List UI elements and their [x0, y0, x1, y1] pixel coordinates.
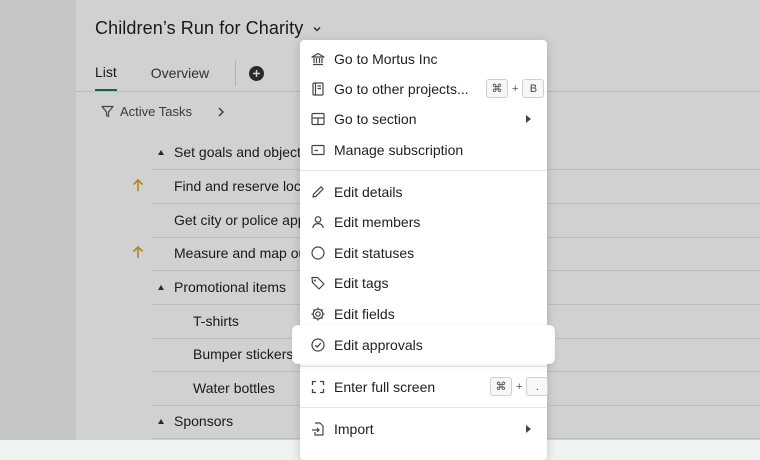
tab-list[interactable]: List: [95, 64, 117, 91]
project-title-text: Children’s Run for Charity: [95, 18, 304, 38]
collapse-caret-icon[interactable]: [158, 149, 164, 155]
shortcut-key: ⌘: [486, 79, 508, 98]
shortcut-key: .: [526, 377, 549, 396]
menu-item-label: Edit approvals: [334, 337, 423, 353]
menu-item-edit-approvals[interactable]: Edit approvals: [293, 326, 554, 363]
add-tab-icon[interactable]: [249, 66, 264, 81]
check-circle-icon: [310, 337, 326, 353]
submenu-arrow-icon: [526, 115, 531, 123]
menu-item-label: Import: [334, 421, 374, 437]
layout-icon: [310, 111, 326, 127]
menu-item-label: Edit tags: [334, 275, 389, 291]
menu-item-label: Go to other projects...: [334, 81, 469, 97]
menu-item-go-to-mortus[interactable]: Go to Mortus Inc: [300, 44, 547, 74]
menu-separator: [300, 170, 547, 171]
menu-item-label: Enter full screen: [334, 379, 436, 395]
menu-separator: [300, 407, 547, 408]
import-icon: [310, 421, 326, 437]
pencil-icon: [310, 184, 326, 200]
task-name: Sponsors: [174, 413, 234, 429]
menu-item-edit-statuses[interactable]: Edit statuses: [300, 238, 547, 268]
menu-item-label: Edit members: [334, 214, 421, 230]
menu-item-label: Go to section: [334, 111, 417, 127]
menu-item-go-to-other-projects[interactable]: Go to other projects... ⌘ + B: [300, 74, 547, 104]
filter-icon: [101, 105, 114, 118]
menu-item-label: Manage subscription: [334, 142, 464, 158]
shortcut-key: ⌘: [490, 377, 512, 396]
person-icon: [310, 214, 326, 230]
project-title[interactable]: Children’s Run for Charity: [95, 18, 323, 39]
menu-item-manage-subscription[interactable]: Manage subscription: [300, 135, 547, 165]
notebook-icon: [310, 81, 326, 97]
menu-item-go-to-section[interactable]: Go to section: [300, 104, 547, 134]
task-name: Promotional items: [174, 279, 287, 295]
bank-icon: [310, 51, 326, 67]
menu-item-label: Edit details: [334, 184, 403, 200]
keyboard-shortcut: ⌘ + .: [490, 377, 549, 396]
menu-item-label: Edit fields: [334, 306, 395, 322]
fullscreen-icon: [310, 379, 326, 395]
submenu-arrow-icon: [526, 425, 531, 433]
chevron-right-icon[interactable]: [216, 105, 226, 123]
menu-item-label: Go to Mortus Inc: [334, 51, 438, 67]
menu-item-edit-details[interactable]: Edit details: [300, 177, 547, 207]
menu-separator: [300, 366, 547, 367]
keyboard-shortcut: ⌘ + B: [486, 79, 545, 98]
menu-item-enter-full-screen[interactable]: Enter full screen ⌘ + .: [300, 372, 549, 402]
card-icon: [310, 142, 326, 158]
priority-up-icon: [132, 245, 144, 262]
task-name: T-shirts: [193, 313, 239, 329]
view-tabs: List Overview: [95, 64, 209, 91]
priority-up-icon: [132, 178, 144, 195]
shortcut-key: B: [522, 79, 545, 98]
collapse-caret-icon[interactable]: [158, 284, 164, 290]
shortcut-plus: +: [512, 82, 519, 95]
shortcut-plus: +: [516, 380, 523, 393]
chevron-down-icon[interactable]: [311, 23, 323, 35]
circle-icon: [310, 245, 326, 261]
tab-overview[interactable]: Overview: [151, 65, 209, 90]
filter-button[interactable]: Active Tasks: [101, 104, 192, 119]
task-name: Water bottles: [193, 380, 275, 396]
project-menu: Go to Mortus Inc Go to other projects...…: [300, 40, 549, 460]
menu-item-edit-members[interactable]: Edit members: [300, 207, 547, 237]
tag-icon: [310, 275, 326, 291]
menu-item-edit-tags[interactable]: Edit tags: [300, 268, 547, 298]
menu-item-edit-fields[interactable]: Edit fields: [300, 299, 547, 329]
gear-icon: [310, 306, 326, 322]
task-name: Bumper stickers: [193, 346, 294, 362]
collapse-caret-icon[interactable]: [158, 418, 164, 424]
divider: [235, 60, 236, 86]
menu-item-label: Edit statuses: [334, 245, 415, 261]
filter-label: Active Tasks: [120, 104, 193, 119]
